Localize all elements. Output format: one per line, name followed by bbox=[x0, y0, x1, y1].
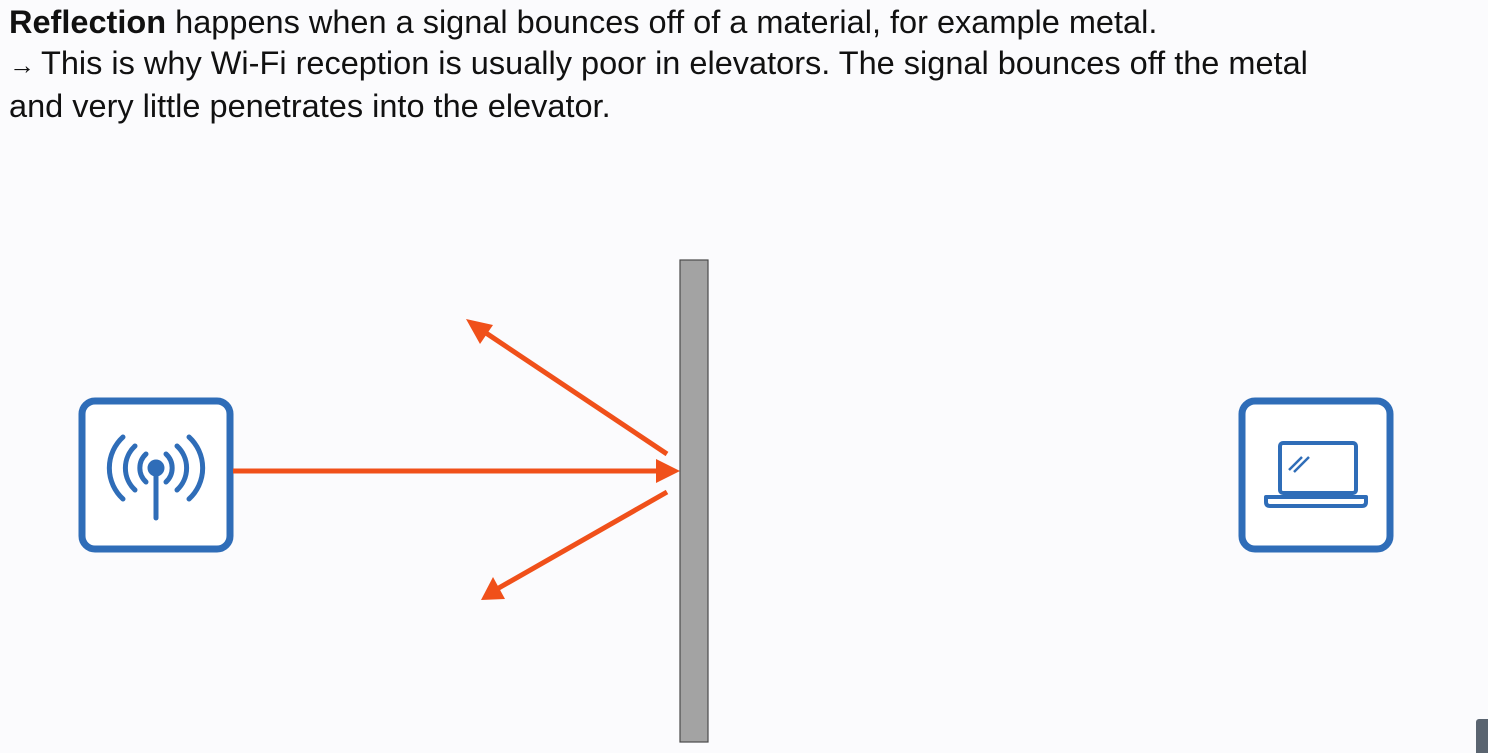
wireless-access-point-icon bbox=[78, 397, 234, 553]
incoming-signal-arrow bbox=[233, 459, 680, 483]
corner-overlay-badge bbox=[1476, 719, 1488, 753]
metal-wall bbox=[679, 259, 709, 743]
reflection-diagram bbox=[78, 259, 1394, 743]
slide: Reflection happens when a signal bounces… bbox=[0, 0, 1488, 753]
reflected-signal-arrow-lower bbox=[481, 489, 669, 600]
reflected-signal-arrow-upper bbox=[466, 319, 669, 457]
laptop-icon bbox=[1238, 397, 1394, 553]
